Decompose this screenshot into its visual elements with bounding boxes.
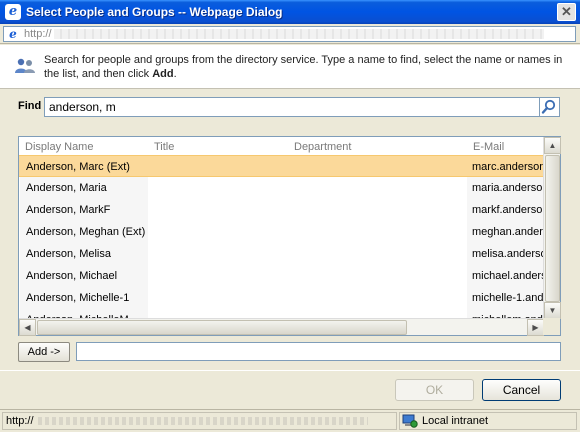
table-row[interactable]: Anderson, Melisa melisa.anderso	[19, 243, 544, 265]
people-icon	[15, 58, 35, 73]
info-panel: Search for people and groups from the di…	[0, 45, 580, 89]
table-row[interactable]: Anderson, Michael michael.anders	[19, 265, 544, 287]
cell-email: melisa.anderso	[467, 243, 544, 265]
horizontal-scroll-thumb[interactable]	[37, 320, 407, 335]
ok-button[interactable]: OK	[395, 379, 474, 401]
search-button[interactable]	[540, 97, 560, 117]
column-header-display-name[interactable]: Display Name	[25, 141, 93, 153]
add-button[interactable]: Add ->	[18, 342, 70, 362]
results-grid[interactable]: Display Name Title Department E-Mail And…	[18, 136, 561, 336]
scroll-up-button[interactable]: ▲	[544, 137, 561, 154]
cell-email: marc.anderson	[472, 161, 544, 173]
grid-body: Anderson, Marc (Ext) marc.anderson Ander…	[19, 155, 544, 319]
search-icon	[541, 99, 556, 114]
info-text: Search for people and groups from the di…	[44, 54, 563, 80]
cell-email: markf.anderso	[467, 199, 544, 221]
local-intranet-icon	[402, 414, 418, 428]
column-header-email[interactable]: E-Mail	[473, 141, 504, 153]
page-icon: e	[9, 27, 17, 41]
table-row[interactable]: Anderson, Meghan (Ext) meghan.ander	[19, 221, 544, 243]
close-button[interactable]: ✕	[557, 3, 576, 21]
selected-names-field[interactable]	[76, 342, 561, 361]
ie-icon: e	[5, 4, 21, 20]
address-url: http://	[24, 28, 52, 40]
info-add-keyword: Add	[152, 68, 174, 80]
address-bar: e http://	[0, 24, 580, 44]
table-row[interactable]: Anderson, Michelle-1 michelle-1.and	[19, 287, 544, 309]
cell-email: michelle-1.and	[467, 287, 544, 309]
status-bar: http:// Local intranet	[0, 409, 580, 432]
cell-email: meghan.ander	[467, 221, 544, 243]
cell-display-name: Anderson, Michelle-1	[20, 287, 148, 309]
scrollbar-corner	[543, 318, 560, 335]
status-url-redacted	[37, 417, 368, 426]
scroll-down-button[interactable]: ▼	[544, 302, 561, 319]
vertical-scroll-thumb[interactable]	[545, 155, 560, 302]
cell-display-name: Anderson, Melisa	[20, 243, 148, 265]
scroll-left-button[interactable]: ◀	[19, 319, 36, 336]
security-zone: Local intranet	[399, 412, 577, 430]
cell-display-name: Anderson, Meghan (Ext)	[20, 221, 148, 243]
address-url-redacted	[53, 29, 544, 39]
status-url: http://	[2, 412, 397, 430]
horizontal-scrollbar[interactable]: ◀ ▶	[19, 318, 544, 336]
column-header-department[interactable]: Department	[294, 141, 351, 153]
cell-display-name: Anderson, MarkF	[20, 199, 148, 221]
cell-display-name: Anderson, Marc (Ext)	[26, 161, 130, 173]
table-row[interactable]: Anderson, Marc (Ext) marc.anderson	[19, 155, 544, 177]
vertical-scrollbar[interactable]: ▲ ▼	[543, 137, 561, 319]
table-row[interactable]: Anderson, Maria maria.anderson	[19, 177, 544, 199]
cancel-button[interactable]: Cancel	[482, 379, 561, 401]
zone-label: Local intranet	[422, 415, 489, 427]
scroll-right-button[interactable]: ▶	[527, 319, 544, 336]
window-title: Select People and Groups -- Webpage Dial…	[26, 5, 283, 19]
find-input[interactable]: anderson, m	[44, 97, 540, 117]
grid-header: Display Name Title Department E-Mail	[19, 137, 544, 155]
divider	[0, 370, 580, 371]
column-header-title[interactable]: Title	[154, 141, 174, 153]
find-label: Find	[18, 100, 42, 112]
cell-email: maria.anderson	[467, 177, 544, 199]
cell-display-name: Anderson, Michael	[20, 265, 148, 287]
address-field: e http://	[3, 26, 576, 42]
cell-email: michael.anders	[467, 265, 544, 287]
title-bar: e Select People and Groups -- Webpage Di…	[0, 0, 580, 24]
cell-display-name: Anderson, Maria	[20, 177, 148, 199]
table-row[interactable]: Anderson, MarkF markf.anderso	[19, 199, 544, 221]
